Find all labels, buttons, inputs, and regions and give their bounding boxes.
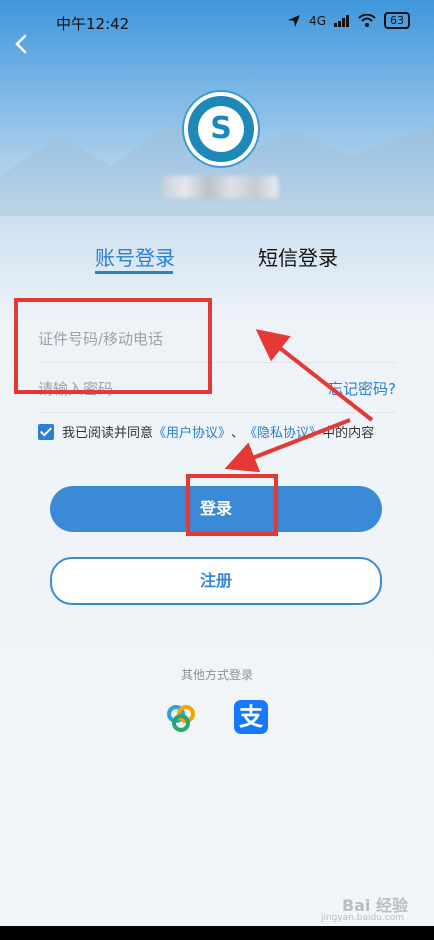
home-indicator-bar — [0, 926, 434, 940]
arrow-to-login — [224, 418, 351, 473]
watermark-url: jingyan.baidu.com — [320, 913, 404, 923]
arrow-to-id-field — [255, 329, 374, 422]
annotation-arrows — [224, 329, 374, 473]
